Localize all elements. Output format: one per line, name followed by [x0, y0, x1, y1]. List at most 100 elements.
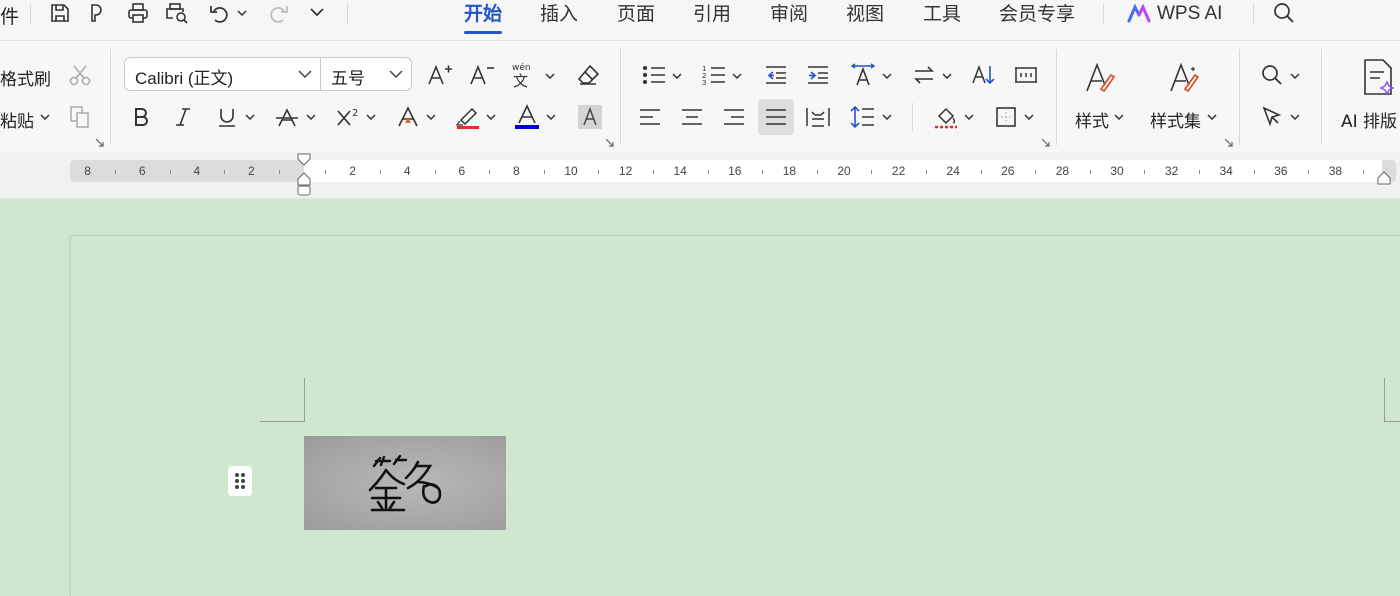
bidi-dropdown-icon[interactable]	[942, 73, 952, 79]
cut-icon[interactable]	[66, 61, 94, 89]
select-icon[interactable]	[1258, 103, 1286, 131]
ai-layout-icon[interactable]	[1360, 57, 1396, 97]
underline-dropdown-icon[interactable]	[245, 114, 255, 120]
line-spacing-dropdown-icon[interactable]	[882, 114, 892, 120]
ruler-tick	[652, 170, 654, 174]
signature-image[interactable]: 签名	[304, 436, 506, 530]
style-set-label[interactable]: 样式集	[1150, 107, 1201, 132]
tab-page[interactable]: 页面	[617, 0, 655, 28]
font-color-dropdown-icon[interactable]	[546, 114, 556, 120]
paste-dropdown-icon[interactable]	[40, 114, 50, 120]
ruler-tick	[762, 170, 764, 174]
bold-icon[interactable]	[128, 103, 154, 131]
numbering-dropdown-icon[interactable]	[732, 73, 742, 79]
highlight-dropdown-icon[interactable]	[486, 114, 496, 120]
character-shading-icon[interactable]	[576, 103, 604, 131]
font-launcher-icon[interactable]	[606, 139, 614, 147]
text-effect-icon[interactable]	[394, 103, 422, 131]
style-dropdown-icon[interactable]	[1114, 114, 1124, 120]
styles-launcher-icon[interactable]	[1225, 139, 1233, 147]
bidi-icon[interactable]	[910, 61, 938, 89]
ruler-tick	[816, 170, 818, 174]
tab-member[interactable]: 会员专享	[999, 0, 1075, 28]
tab-insert[interactable]: 插入	[540, 0, 578, 28]
svg-text:文: 文	[513, 72, 528, 88]
shading-dropdown-icon[interactable]	[964, 114, 974, 120]
text-direction-icon[interactable]	[848, 61, 878, 89]
indent-marker-icon[interactable]	[296, 153, 312, 197]
wps-ai-label: WPS AI	[1157, 3, 1223, 24]
tab-view[interactable]: 视图	[846, 0, 884, 28]
undo-icon[interactable]	[206, 0, 232, 26]
phonetic-guide-icon[interactable]: wén 文	[510, 61, 540, 89]
decrease-indent-icon[interactable]	[762, 61, 790, 89]
ruler-tick	[1198, 170, 1200, 174]
strikethrough-icon[interactable]	[274, 103, 300, 131]
search-icon[interactable]	[1271, 0, 1297, 26]
underline-icon[interactable]	[214, 103, 240, 131]
sort-icon[interactable]	[970, 61, 998, 89]
italic-icon[interactable]	[170, 103, 196, 131]
clear-format-icon[interactable]	[574, 61, 602, 89]
tab-home[interactable]: 开始	[464, 0, 503, 34]
format-painter-label[interactable]: 格式刷	[0, 65, 51, 90]
superscript-icon[interactable]: 2	[334, 103, 364, 131]
show-hide-marks-icon[interactable]	[1012, 61, 1040, 89]
customize-quick-access-icon[interactable]	[309, 7, 325, 17]
clipboard-launcher-icon[interactable]	[96, 139, 104, 147]
drag-handle[interactable]	[228, 466, 252, 496]
font-name-select[interactable]: Calibri (正文)	[124, 57, 321, 91]
select-dropdown-icon[interactable]	[1290, 114, 1300, 120]
tab-review[interactable]: 审阅	[770, 0, 808, 28]
ai-layout-label[interactable]: AI 排版	[1341, 107, 1397, 132]
style-set-dropdown-icon[interactable]	[1207, 114, 1217, 120]
line-spacing-icon[interactable]	[848, 103, 876, 131]
horizontal-ruler[interactable]: 8642246810121416182022242628303234363840	[70, 160, 1397, 182]
font-color-icon[interactable]	[513, 103, 541, 131]
superscript-dropdown-icon[interactable]	[366, 114, 376, 120]
align-left-icon[interactable]	[636, 103, 664, 131]
shrink-font-icon[interactable]	[468, 61, 496, 89]
font-name-value: Calibri (正文)	[135, 69, 234, 88]
style-label[interactable]: 样式	[1075, 107, 1109, 132]
distributed-icon[interactable]	[804, 103, 832, 131]
ruler-tick	[224, 170, 226, 174]
style-set-icon[interactable]	[1166, 57, 1202, 97]
paste-label[interactable]: 粘贴	[0, 107, 34, 132]
borders-icon[interactable]	[992, 103, 1020, 131]
ruler-tick	[1144, 170, 1146, 174]
paragraph-launcher-icon[interactable]	[1042, 139, 1050, 147]
tab-references[interactable]: 引用	[693, 0, 731, 28]
phonetic-dropdown-icon[interactable]	[545, 73, 555, 79]
save-icon[interactable]	[48, 0, 72, 26]
increase-indent-icon[interactable]	[804, 61, 832, 89]
borders-dropdown-icon[interactable]	[1024, 114, 1034, 120]
print-preview-icon[interactable]	[164, 0, 190, 26]
format-painter-quick-icon[interactable]	[86, 0, 110, 26]
align-right-icon[interactable]	[720, 103, 748, 131]
shading-icon[interactable]	[932, 103, 960, 131]
copy-icon[interactable]	[66, 103, 94, 131]
undo-dropdown-icon[interactable]	[237, 10, 247, 16]
align-center-icon[interactable]	[678, 103, 706, 131]
text-effect-dropdown-icon[interactable]	[426, 114, 436, 120]
tab-tools[interactable]: 工具	[923, 0, 961, 28]
bullets-dropdown-icon[interactable]	[672, 73, 682, 79]
document-page[interactable]	[70, 235, 1400, 596]
font-size-select[interactable]: 五号	[320, 57, 412, 91]
bullets-icon[interactable]	[640, 61, 668, 89]
find-dropdown-icon[interactable]	[1290, 73, 1300, 79]
justify-icon[interactable]	[758, 99, 794, 135]
strikethrough-dropdown-icon[interactable]	[306, 114, 316, 120]
text-direction-dropdown-icon[interactable]	[882, 73, 892, 79]
grow-font-icon[interactable]	[426, 61, 454, 89]
print-icon[interactable]	[126, 0, 150, 26]
signature-handwriting	[368, 454, 442, 512]
find-icon[interactable]	[1258, 61, 1286, 89]
wps-ai-button[interactable]: WPS AI	[1127, 0, 1222, 28]
highlight-icon[interactable]	[454, 103, 482, 131]
numbering-icon[interactable]: 123	[700, 61, 728, 89]
style-icon[interactable]	[1082, 57, 1118, 97]
file-menu[interactable]: 件	[0, 2, 19, 29]
right-indent-marker-icon[interactable]	[1376, 170, 1392, 186]
